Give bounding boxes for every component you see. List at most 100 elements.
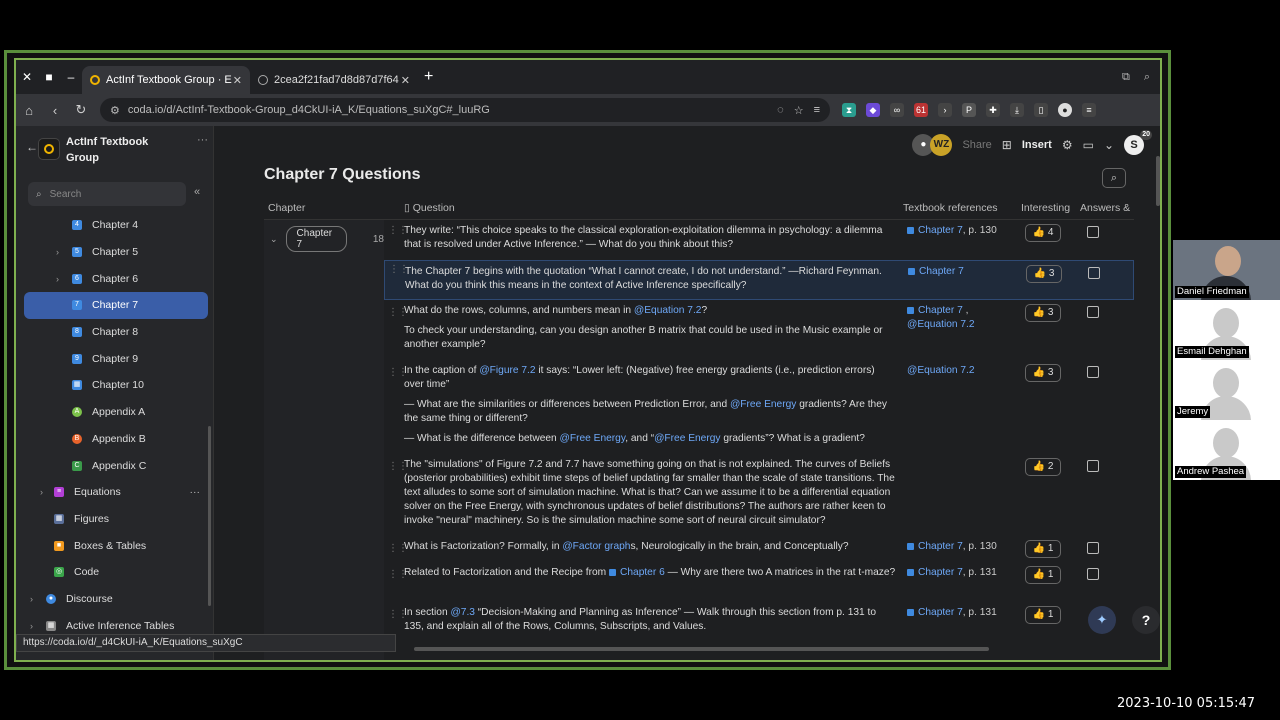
- back-icon[interactable]: ‹: [48, 103, 62, 118]
- ref-link[interactable]: Chapter 7: [918, 225, 963, 236]
- sidebar-item-chapter-9[interactable]: 9 Chapter 9: [24, 345, 208, 372]
- tab-group-icon[interactable]: ≡: [814, 104, 820, 117]
- doc-logo-icon[interactable]: [38, 138, 60, 160]
- sidebar-item-code[interactable]: ◎ Code: [24, 559, 208, 586]
- sidepanel-icon[interactable]: ▯: [1034, 103, 1048, 117]
- column-header-refs[interactable]: Textbook references: [903, 202, 1021, 214]
- main-scrollbar[interactable]: [1156, 156, 1160, 206]
- tab-search-icon[interactable]: ⧉: [1122, 71, 1130, 84]
- answer-doc-icon[interactable]: [1087, 306, 1099, 318]
- url-bar[interactable]: ⚙ coda.io/d/ActInf-Textbook-Group_d4CkUI…: [100, 98, 830, 122]
- ref-link[interactable]: Chapter 7: [918, 607, 963, 618]
- collapse-sidebar-icon[interactable]: «: [194, 186, 200, 198]
- share-button[interactable]: Share: [962, 139, 991, 151]
- section-link[interactable]: @7.3: [450, 607, 475, 618]
- ref-link[interactable]: Chapter 7: [918, 541, 963, 552]
- answer-doc-icon[interactable]: [1087, 542, 1099, 554]
- sidebar-item-chapter-8[interactable]: 8 Chapter 8: [24, 319, 208, 346]
- column-header-interesting[interactable]: Interesting: [1021, 202, 1080, 214]
- like-button[interactable]: 👍 1: [1025, 566, 1061, 584]
- ref-link[interactable]: Chapter 7: [919, 266, 964, 277]
- chevron-right-icon[interactable]: ›: [30, 594, 33, 604]
- avatar[interactable]: WZ: [930, 134, 953, 156]
- comments-icon[interactable]: ▭: [1083, 138, 1094, 152]
- menu-icon[interactable]: ≡: [1082, 103, 1096, 117]
- chevron-right-icon[interactable]: ›: [56, 274, 59, 284]
- profile-icon[interactable]: ●: [1058, 103, 1072, 117]
- sidebar-item-appendix-b[interactable]: B Appendix B: [24, 426, 208, 453]
- more-icon[interactable]: ···: [197, 134, 208, 146]
- account-avatar[interactable]: S 20: [1124, 130, 1152, 155]
- help-button[interactable]: ?: [1132, 606, 1160, 634]
- close-window-icon[interactable]: ✕: [16, 70, 38, 84]
- participant-tile[interactable]: Jeremy: [1173, 360, 1280, 420]
- like-button[interactable]: 👍 2: [1025, 458, 1061, 476]
- chapter-link[interactable]: Chapter 6: [620, 567, 665, 578]
- factor-graph-link[interactable]: @Factor graph: [562, 541, 630, 552]
- sidebar-item-discourse[interactable]: › ● Discourse: [24, 586, 208, 613]
- like-button[interactable]: 👍 3: [1026, 265, 1062, 283]
- like-button[interactable]: 👍 1: [1025, 540, 1061, 558]
- puzzle-icon[interactable]: ✚: [986, 103, 1000, 117]
- sidebar-search-input[interactable]: ⌕ Search: [28, 182, 186, 206]
- table-row[interactable]: ⋮⋮ The Chapter 7 begins with the quotati…: [384, 260, 1134, 300]
- search-tabs-icon[interactable]: ⌕: [1144, 71, 1150, 84]
- bookmark-star-icon[interactable]: ☆: [794, 104, 804, 117]
- chevron-right-icon[interactable]: ›: [40, 487, 43, 497]
- sidebar-item-figures[interactable]: ▦ Figures: [24, 506, 208, 533]
- figure-link[interactable]: @Figure 7.2: [479, 365, 535, 376]
- sidebar-item-boxes-tables[interactable]: ■ Boxes & Tables: [24, 532, 208, 559]
- chevron-right-icon[interactable]: ›: [56, 247, 59, 257]
- new-tab-icon[interactable]: +: [424, 68, 433, 86]
- participant-tile[interactable]: Esmail Dehghan: [1173, 300, 1280, 360]
- home-icon[interactable]: ⌂: [22, 103, 36, 118]
- sidebar-item-appendix-c[interactable]: C Appendix C: [24, 452, 208, 479]
- like-button[interactable]: 👍 1: [1025, 606, 1061, 624]
- free-energy-link[interactable]: @Free Energy: [654, 433, 720, 444]
- extension-icon[interactable]: ›: [938, 103, 952, 117]
- table-row[interactable]: ⋮⋮ They write: “This choice speaks to th…: [384, 222, 1134, 258]
- like-button[interactable]: 👍 3: [1025, 304, 1061, 322]
- extension-icon[interactable]: P: [962, 103, 976, 117]
- insert-button[interactable]: Insert: [1022, 139, 1052, 151]
- answer-doc-icon[interactable]: [1087, 366, 1099, 378]
- sidebar-item-chapter-4[interactable]: 4 Chapter 4: [24, 212, 208, 239]
- table-row[interactable]: ⋮⋮ What do the rows, columns, and number…: [384, 304, 1134, 360]
- table-row[interactable]: ⋮⋮ In the caption of @Figure 7.2 it says…: [384, 364, 1134, 450]
- minimize-window-icon[interactable]: –: [60, 70, 82, 84]
- sidebar-item-appendix-a[interactable]: A Appendix A: [24, 399, 208, 426]
- sidebar-item-chapter-5[interactable]: › 5 Chapter 5: [24, 239, 208, 266]
- download-icon[interactable]: ⤓: [1010, 103, 1024, 117]
- eye-off-icon[interactable]: ◌: [777, 104, 784, 117]
- chevron-down-icon[interactable]: ⌄: [270, 234, 278, 245]
- like-button[interactable]: 👍 4: [1025, 224, 1061, 242]
- table-search-icon[interactable]: ⌕: [1102, 168, 1126, 188]
- reload-icon[interactable]: ↻: [74, 102, 88, 118]
- ref-link[interactable]: Chapter 7: [918, 305, 963, 316]
- tab-actinf[interactable]: ActInf Textbook Group · E ✕: [82, 66, 250, 94]
- maximize-window-icon[interactable]: ■: [38, 70, 60, 84]
- sidebar-item-chapter-6[interactable]: › 6 Chapter 6: [24, 265, 208, 292]
- table-row[interactable]: ⋮⋮ What is Factorization? Formally, in @…: [384, 540, 1134, 562]
- ref-link[interactable]: @Equation 7.2: [907, 319, 975, 330]
- answer-doc-icon[interactable]: [1087, 460, 1099, 472]
- sidebar-item-chapter-7[interactable]: 7 Chapter 7: [24, 292, 208, 319]
- equation-link[interactable]: @Equation 7.2: [634, 305, 702, 316]
- answer-doc-icon[interactable]: [1088, 267, 1100, 279]
- answer-doc-icon[interactable]: [1087, 568, 1099, 580]
- column-header-question[interactable]: ▯ Question: [404, 202, 903, 214]
- horizontal-scrollbar[interactable]: [414, 647, 989, 651]
- chevron-right-icon[interactable]: ›: [30, 621, 33, 631]
- tab-close-icon[interactable]: ✕: [233, 74, 242, 87]
- table-row[interactable]: ⋮⋮ Related to Factorization and the Reci…: [384, 566, 1134, 602]
- doc-title[interactable]: ActInf Textbook Group: [66, 134, 166, 166]
- column-header-answers[interactable]: Answers &: [1080, 202, 1134, 214]
- sidebar-scrollbar[interactable]: [208, 426, 211, 606]
- table-row[interactable]: ⋮⋮ In section @7.3 “Decision-Making and …: [384, 606, 1134, 642]
- free-energy-link[interactable]: @Free Energy: [730, 399, 796, 410]
- site-settings-icon[interactable]: ⚙: [110, 104, 120, 117]
- sidebar-item-chapter-10[interactable]: ▦ Chapter 10: [24, 372, 208, 399]
- table-row[interactable]: ⋮⋮ The "simulations" of Figure 7.2 and 7…: [384, 458, 1134, 534]
- extension-badge-icon[interactable]: 61: [914, 103, 928, 117]
- participant-tile[interactable]: Andrew Pashea: [1173, 420, 1280, 480]
